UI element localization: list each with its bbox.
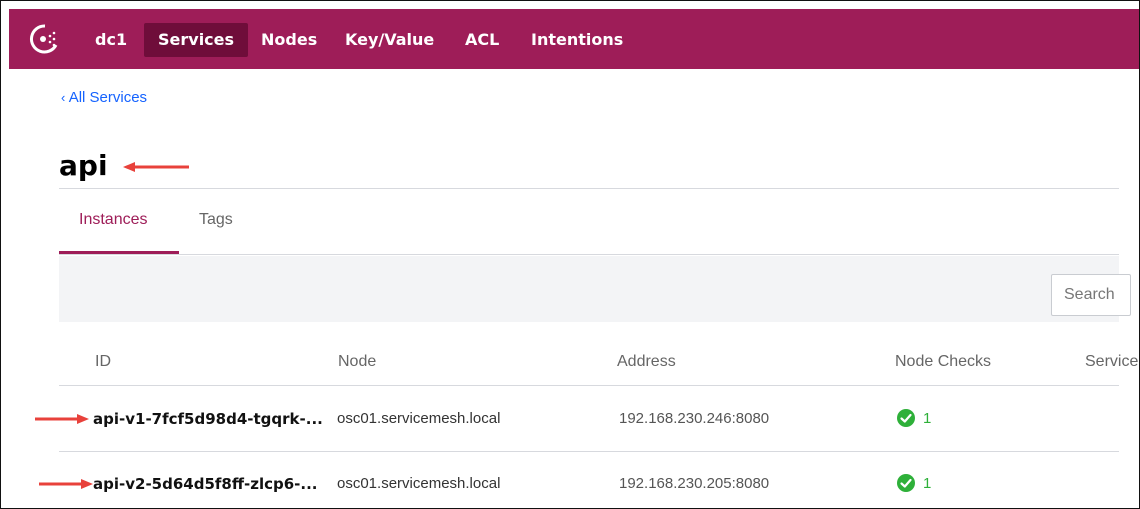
chevron-left-icon: ‹ bbox=[61, 90, 66, 105]
title-divider bbox=[59, 188, 1119, 189]
node-checks-count: 1 bbox=[923, 409, 932, 427]
header-divider bbox=[59, 385, 1119, 386]
row-divider bbox=[59, 451, 1119, 452]
nav-acl[interactable]: ACL bbox=[451, 23, 513, 57]
filter-bar bbox=[59, 256, 1119, 322]
instance-node-link[interactable]: osc01.servicemesh.local bbox=[337, 475, 500, 492]
nav-key-value[interactable]: Key/Value bbox=[331, 23, 448, 57]
column-header-service[interactable]: Service bbox=[1085, 353, 1138, 371]
node-checks-count: 1 bbox=[923, 474, 932, 492]
instance-node-link[interactable]: osc01.servicemesh.local bbox=[337, 410, 500, 427]
tabs-divider bbox=[59, 254, 1119, 255]
consul-logo-icon[interactable] bbox=[29, 23, 61, 55]
instance-id-link[interactable]: api-v2-5d64d5f8ff-zlcp6-... bbox=[93, 475, 318, 493]
app-window: dc1 Services Nodes Key/Value ACL Intenti… bbox=[0, 0, 1140, 509]
nav-nodes[interactable]: Nodes bbox=[247, 23, 331, 57]
node-checks-status[interactable]: 1 bbox=[897, 474, 931, 492]
annotation-arrow-right bbox=[35, 414, 89, 424]
top-nav-bar: dc1 Services Nodes Key/Value ACL Intenti… bbox=[9, 9, 1139, 69]
nav-services[interactable]: Services bbox=[144, 23, 249, 57]
column-header-node[interactable]: Node bbox=[338, 353, 376, 371]
breadcrumb-all-services[interactable]: ‹ All Services bbox=[61, 89, 147, 106]
column-header-node-checks[interactable]: Node Checks bbox=[895, 353, 991, 371]
instance-address: 192.168.230.246:8080 bbox=[619, 410, 770, 427]
annotation-arrow-left bbox=[123, 162, 189, 172]
nav-intentions[interactable]: Intentions bbox=[517, 23, 637, 57]
column-header-address[interactable]: Address bbox=[617, 353, 676, 371]
node-checks-status[interactable]: 1 bbox=[897, 409, 931, 427]
tab-instances[interactable]: Instances bbox=[79, 211, 147, 229]
check-circle-icon bbox=[897, 409, 915, 427]
search-input[interactable] bbox=[1051, 274, 1131, 316]
datacenter-selector[interactable]: dc1 bbox=[81, 23, 141, 57]
instance-address: 192.168.230.205:8080 bbox=[619, 475, 770, 492]
breadcrumb-label: All Services bbox=[68, 89, 148, 106]
check-circle-icon bbox=[897, 474, 915, 492]
column-header-id[interactable]: ID bbox=[95, 353, 111, 371]
instance-id-link[interactable]: api-v1-7fcf5d98d4-tgqrk-... bbox=[93, 410, 323, 428]
annotation-arrow-right bbox=[39, 479, 93, 489]
tab-tags[interactable]: Tags bbox=[199, 211, 233, 229]
page-title: api bbox=[59, 149, 108, 182]
